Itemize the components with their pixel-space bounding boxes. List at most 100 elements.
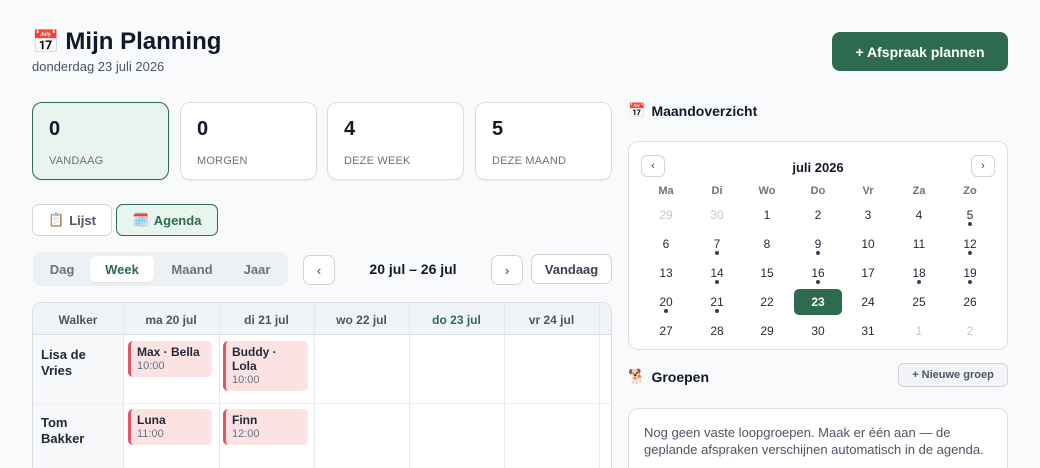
calendar-month-label: juli 2026 <box>792 160 844 175</box>
appointment-card[interactable]: Buddy · Lola 10:00 <box>223 341 308 391</box>
calendar-day[interactable]: 20 <box>642 289 690 315</box>
calendar-day-number: 19 <box>963 266 977 280</box>
date-range-label: 20 jul – 26 jul <box>369 261 457 277</box>
calendar-day[interactable]: 15 <box>743 260 791 286</box>
tab-day[interactable]: Dag <box>37 256 87 282</box>
calendar-day-number: 21 <box>710 295 724 309</box>
appointment-dot-icon <box>715 251 719 255</box>
calendar-day[interactable]: 22 <box>743 289 791 315</box>
stat-card-this-month[interactable]: 5 DEZE MAAND <box>475 102 612 180</box>
groups-title: 🐕 Groepen <box>628 368 709 385</box>
agenda-view-label: Agenda <box>153 212 202 228</box>
calendar-day[interactable]: 14 <box>693 260 741 286</box>
calendar-day-number: 2 <box>966 324 974 338</box>
calendar-day-number: 13 <box>659 266 673 280</box>
page-title: 📅 Mijn Planning <box>32 28 221 56</box>
calendar-day-number: 3 <box>864 208 872 222</box>
calendar-day[interactable]: 4 <box>895 202 943 228</box>
calendar-day[interactable]: 12 <box>946 231 994 257</box>
current-date: donderdag 23 juli 2026 <box>32 59 165 74</box>
calendar-day[interactable]: 29 <box>743 318 791 344</box>
appointment-card[interactable]: Finn 12:00 <box>223 409 308 445</box>
appointment-card[interactable]: Luna 11:00 <box>128 409 212 445</box>
list-view-label: Lijst <box>69 212 96 228</box>
weekday-header: Za <box>912 185 926 197</box>
tab-week[interactable]: Week <box>90 256 154 282</box>
calendar-day[interactable]: 3 <box>844 202 892 228</box>
appointment-dot-icon <box>715 280 719 284</box>
calendar-day-number: 29 <box>659 208 673 222</box>
calendar-day[interactable]: 17 <box>844 260 892 286</box>
next-month-button[interactable]: › <box>971 155 995 177</box>
calendar-day[interactable]: 8 <box>743 231 791 257</box>
calendar-day[interactable]: 30 <box>794 318 842 344</box>
calendar-day[interactable]: 19 <box>946 260 994 286</box>
appointment-time: 11:00 <box>137 428 164 440</box>
previous-week-button[interactable]: ‹ <box>303 255 335 285</box>
stat-card-tomorrow[interactable]: 0 MORGEN <box>180 102 317 180</box>
calendar-day[interactable]: 29 <box>642 202 690 228</box>
calendar-day[interactable]: 2 <box>794 202 842 228</box>
appointment-title: Finn <box>232 413 258 427</box>
month-overview-title: 📅 Maandoverzicht <box>628 102 757 119</box>
week-grid: Walker ma 20 jul di 21 jul wo 22 jul do … <box>32 302 612 468</box>
calendar-day[interactable]: 28 <box>693 318 741 344</box>
calendar-day-number: 6 <box>662 237 670 251</box>
calendar-day[interactable]: 26 <box>946 289 994 315</box>
list-view-button[interactable]: 📋 Lijst <box>32 204 112 236</box>
tab-month[interactable]: Maand <box>157 256 227 282</box>
today-button[interactable]: Vandaag <box>531 254 612 284</box>
calendar-day[interactable]: 24 <box>844 289 892 315</box>
calendar-day[interactable]: 7 <box>693 231 741 257</box>
stat-value: 4 <box>344 118 356 140</box>
tab-year[interactable]: Jaar <box>230 256 284 282</box>
calendar-day-number: 25 <box>912 295 926 309</box>
weekday-header: Wo <box>758 185 776 197</box>
calendar-day-number: 16 <box>811 266 825 280</box>
schedule-appointment-button[interactable]: + Afspraak plannen <box>832 32 1008 71</box>
agenda-view-button[interactable]: 🗓️ Agenda <box>116 204 218 236</box>
calendar-day-number: 7 <box>713 237 721 251</box>
stat-value: 0 <box>197 118 209 140</box>
calendar-day[interactable]: 9 <box>794 231 842 257</box>
calendar-day[interactable]: 13 <box>642 260 690 286</box>
day-header: wo 22 jul <box>336 313 387 327</box>
appointment-title: Buddy · Lola <box>232 345 277 373</box>
appointment-card[interactable]: Max · Bella 10:00 <box>128 341 212 377</box>
appointment-time: 12:00 <box>232 428 260 440</box>
calendar-day-number: 27 <box>659 324 673 338</box>
calendar-day[interactable]: 1 <box>743 202 791 228</box>
chevron-left-icon: ‹ <box>316 262 322 278</box>
calendar-day[interactable]: 16 <box>794 260 842 286</box>
calendar-day[interactable]: 5 <box>946 202 994 228</box>
calendar-day[interactable]: 21 <box>693 289 741 315</box>
calendar-day[interactable]: 10 <box>844 231 892 257</box>
calendar-day[interactable]: 30 <box>693 202 741 228</box>
calendar-day[interactable]: 6 <box>642 231 690 257</box>
calendar-day[interactable]: 31 <box>844 318 892 344</box>
calendar-day-number: 4 <box>915 208 923 222</box>
appointment-dot-icon <box>968 251 972 255</box>
calendar-day-number: 14 <box>710 266 724 280</box>
calendar-icon: 🗓️ <box>132 212 149 227</box>
calendar-icon: 📅 <box>628 102 646 118</box>
next-week-button[interactable]: › <box>491 255 523 285</box>
dog-icon: 🐕 <box>628 368 646 384</box>
appointment-time: 10:00 <box>232 374 260 386</box>
appointment-dot-icon <box>715 309 719 313</box>
day-header-today: do 23 jul <box>432 313 481 327</box>
stat-card-this-week[interactable]: 4 DEZE WEEK <box>327 102 464 180</box>
calendar-day[interactable]: 1 <box>895 318 943 344</box>
calendar-day[interactable]: 27 <box>642 318 690 344</box>
calendar-day[interactable]: 18 <box>895 260 943 286</box>
calendar-day-number: 15 <box>760 266 774 280</box>
stat-card-today[interactable]: 0 VANDAAG <box>32 102 169 180</box>
calendar-day[interactable]: 25 <box>895 289 943 315</box>
calendar-day[interactable]: 2 <box>946 318 994 344</box>
calendar-day[interactable]: 11 <box>895 231 943 257</box>
calendar-day-selected[interactable]: 23 <box>794 289 842 315</box>
stat-label: VANDAAG <box>49 155 104 167</box>
new-group-button[interactable]: + Nieuwe groep <box>898 363 1008 387</box>
groups-empty-text: Nog geen vaste loopgroepen. Maak er één … <box>644 425 984 457</box>
page-title-text: Mijn Planning <box>65 28 222 55</box>
